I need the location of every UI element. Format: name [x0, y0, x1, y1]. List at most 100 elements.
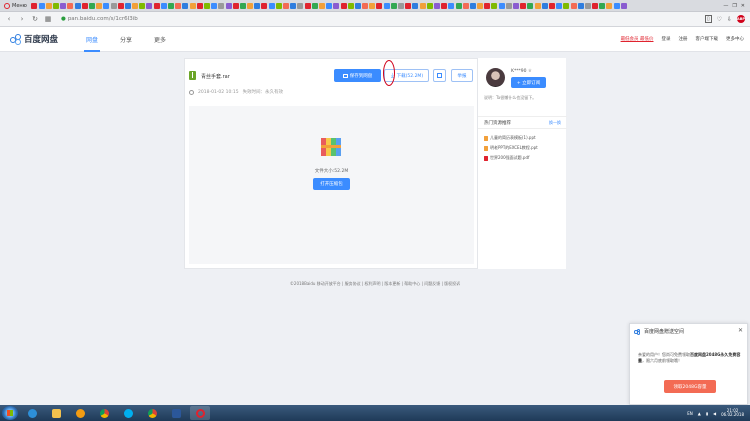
back-icon[interactable]: ‹: [5, 15, 13, 23]
hot-resource-item[interactable]: 明老PPT的EXCEL教程.ppt: [484, 143, 564, 153]
tab-favicon-icon[interactable]: [412, 2, 419, 9]
tab-favicon-icon[interactable]: [53, 2, 60, 9]
tab-favicon-icon[interactable]: [175, 2, 182, 9]
tab-favicon-icon[interactable]: [283, 2, 290, 9]
tab-favicon-icon[interactable]: [60, 2, 67, 9]
hot-resource-item[interactable]: 世界200强面试题.pdf: [484, 153, 564, 163]
tab-favicon-icon[interactable]: [160, 2, 167, 9]
tab-favicon-icon[interactable]: [592, 2, 599, 9]
tab-favicon-icon[interactable]: [117, 2, 124, 9]
tab-favicon-icon[interactable]: [570, 2, 577, 9]
tab-favicon-icon[interactable]: [225, 2, 232, 9]
tab-favicon-icon[interactable]: [38, 2, 45, 9]
tab-favicon-icon[interactable]: [45, 2, 52, 9]
tab-favicon-icon[interactable]: [606, 2, 613, 9]
taskbar-opera[interactable]: [190, 406, 210, 420]
popup-close-icon[interactable]: ✕: [738, 327, 743, 334]
tab-favicon-icon[interactable]: [577, 2, 584, 9]
tab-favicon-icon[interactable]: [620, 2, 627, 9]
tab-favicon-icon[interactable]: [527, 2, 534, 9]
taskbar-chrome-2[interactable]: [142, 406, 162, 420]
tab-favicon-icon[interactable]: [498, 2, 505, 9]
tab-favicon-icon[interactable]: [362, 2, 369, 9]
tab-favicon-icon[interactable]: [513, 2, 520, 9]
tab-favicon-icon[interactable]: [613, 2, 620, 9]
register-link[interactable]: 注册: [679, 36, 688, 42]
tab-favicon-icon[interactable]: [311, 2, 318, 9]
claim-space-button[interactable]: 领取2048G容量: [664, 380, 716, 393]
forward-icon[interactable]: ›: [18, 15, 26, 23]
tab-favicon-icon[interactable]: [326, 2, 333, 9]
swap-link[interactable]: 换一换: [549, 120, 561, 126]
taskbar-chrome[interactable]: [94, 406, 114, 420]
opera-menu-button[interactable]: Меню: [0, 0, 31, 12]
save-to-pan-button[interactable]: 保存到网盘: [334, 69, 381, 82]
minimize-icon[interactable]: —: [723, 3, 728, 9]
tab-favicon-icon[interactable]: [441, 2, 448, 9]
tab-favicon-icon[interactable]: [347, 2, 354, 9]
tab-favicon-icon[interactable]: [433, 2, 440, 9]
tab-favicon-icon[interactable]: [203, 2, 210, 9]
language-indicator[interactable]: EN: [687, 411, 693, 416]
tab-favicon-icon[interactable]: [469, 2, 476, 9]
tab-favicon-icon[interactable]: [139, 2, 146, 9]
more-center-link[interactable]: 更多中心: [726, 36, 744, 42]
tab-favicon-icon[interactable]: [196, 2, 203, 9]
owner-username[interactable]: K***90 ♛: [511, 69, 532, 74]
tab-favicon-icon[interactable]: [462, 2, 469, 9]
tab-favicon-icon[interactable]: [297, 2, 304, 9]
tab-favicon-icon[interactable]: [599, 2, 606, 9]
nav-item-pan[interactable]: 网盘: [84, 27, 101, 52]
tab-favicon-icon[interactable]: [584, 2, 591, 9]
tab-favicon-icon[interactable]: [505, 2, 512, 9]
tab-favicon-icon[interactable]: [333, 2, 340, 9]
tab-favicon-icon[interactable]: [218, 2, 225, 9]
tab-favicon-icon[interactable]: [124, 2, 131, 9]
bookmark-heart-icon[interactable]: ♡: [717, 16, 722, 23]
tab-favicon-icon[interactable]: [548, 2, 555, 9]
tab-favicon-icon[interactable]: [254, 2, 261, 9]
vip-promo-link[interactable]: 最低会员 最低价: [621, 36, 654, 42]
tab-favicon-icon[interactable]: [304, 2, 311, 9]
tab-favicon-icon[interactable]: [31, 2, 38, 9]
subscribe-button[interactable]: + 立即订阅: [511, 77, 546, 88]
speed-dial-icon[interactable]: ▦: [44, 15, 52, 23]
tab-favicon-icon[interactable]: [491, 2, 498, 9]
tab-favicon-icon[interactable]: [88, 2, 95, 9]
tab-favicon-icon[interactable]: [484, 2, 491, 9]
taskbar-explorer[interactable]: [46, 406, 66, 420]
tab-favicon-icon[interactable]: [74, 2, 81, 9]
tab-favicon-icon[interactable]: [376, 2, 383, 9]
taskbar-ie[interactable]: [22, 406, 42, 420]
tab-favicon-icon[interactable]: [261, 2, 268, 9]
tab-favicon-icon[interactable]: [419, 2, 426, 9]
report-button[interactable]: 举报: [451, 69, 473, 82]
baidu-pan-logo[interactable]: 百度网盘: [10, 33, 58, 45]
tab-favicon-icon[interactable]: [455, 2, 462, 9]
tab-favicon-icon[interactable]: [146, 2, 153, 9]
tab-favicon-icon[interactable]: [369, 2, 376, 9]
adblock-icon[interactable]: ABP: [737, 15, 745, 23]
vpn-icon[interactable]: ▯: [704, 15, 712, 23]
system-clock[interactable]: 21:02 06.02.2018: [721, 408, 744, 418]
tab-favicon-icon[interactable]: [275, 2, 282, 9]
tab-favicon-icon[interactable]: [354, 2, 361, 9]
tab-favicon-icon[interactable]: [556, 2, 563, 9]
tab-favicon-icon[interactable]: [340, 2, 347, 9]
url-field[interactable]: ● pan.baidu.com/s/1cr6I3ib: [61, 16, 138, 22]
tab-favicon-icon[interactable]: [96, 2, 103, 9]
tab-favicon-icon[interactable]: [318, 2, 325, 9]
tab-favicon-icon[interactable]: [81, 2, 88, 9]
network-icon[interactable]: ▮: [706, 411, 708, 416]
reload-icon[interactable]: ↻: [31, 15, 39, 23]
tab-favicon-icon[interactable]: [426, 2, 433, 9]
login-link[interactable]: 登录: [662, 36, 671, 42]
tab-favicon-icon[interactable]: [168, 2, 175, 9]
close-window-icon[interactable]: ✕: [741, 3, 745, 9]
hot-resource-item[interactable]: 儿童的简历表模板(1).ppt: [484, 133, 564, 143]
start-button[interactable]: [2, 406, 18, 420]
nav-item-more[interactable]: 更多: [154, 27, 166, 52]
tab-favicon-icon[interactable]: [477, 2, 484, 9]
tab-favicon-icon[interactable]: [541, 2, 548, 9]
tab-favicon-icon[interactable]: [110, 2, 117, 9]
